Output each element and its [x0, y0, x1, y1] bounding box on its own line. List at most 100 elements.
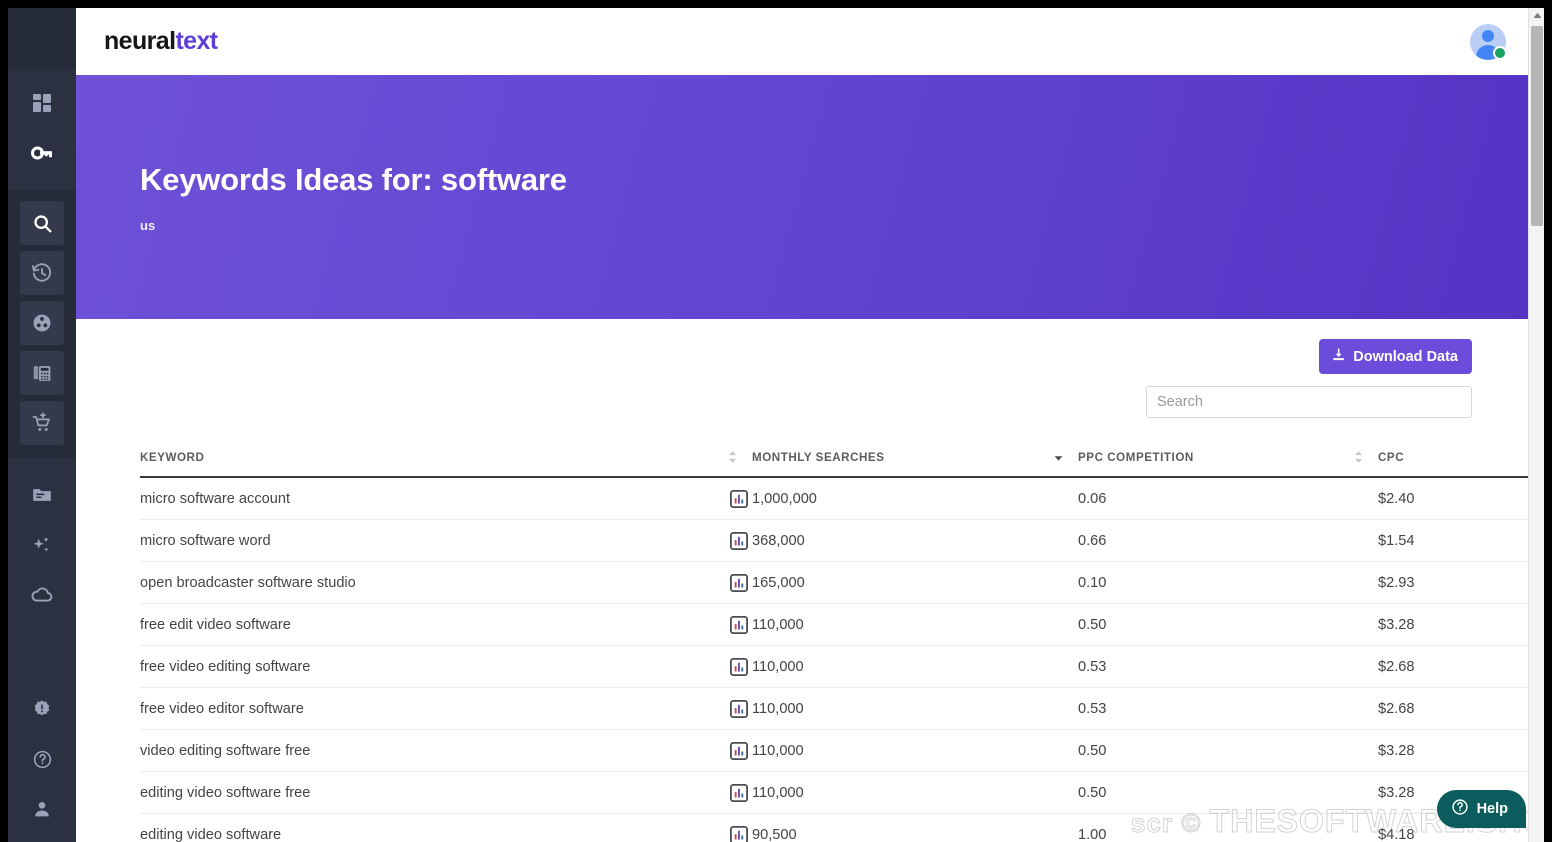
cell-cpc: $3.28	[1378, 603, 1536, 646]
column-label-keyword: KEYWORD	[140, 450, 205, 464]
cell-keyword: free edit video software	[140, 603, 752, 646]
cell-monthly-searches: 1,000,000	[752, 477, 1078, 520]
table-row[interactable]: video editing software free 110,000 0.50 $3…	[140, 729, 1536, 772]
sidebar	[8, 8, 76, 842]
grid-icon	[31, 92, 53, 114]
cell-ppc-competition: 0.66	[1078, 519, 1378, 562]
cell-keyword: editing video software free	[140, 771, 752, 814]
sidebar-item-projects[interactable]	[20, 473, 64, 517]
sparkles-icon	[31, 534, 53, 556]
cell-monthly-searches: 110,000	[752, 729, 1078, 772]
clusters-icon	[31, 312, 53, 334]
column-header-ppc-competition[interactable]: PPC COMPETITION	[1078, 449, 1378, 478]
cell-monthly-searches: 368,000	[752, 519, 1078, 562]
sort-icon-monthly-searches[interactable]	[1053, 449, 1064, 465]
cell-keyword: micro software account	[140, 477, 752, 520]
column-header-monthly-searches[interactable]: MONTHLY SEARCHES	[752, 449, 1078, 478]
cell-keyword: open broadcaster software studio	[140, 561, 752, 604]
page-title: Keywords Ideas for: software	[140, 161, 567, 197]
download-data-button[interactable]: Download Data	[1319, 339, 1472, 374]
cell-keyword: free video editor software	[140, 687, 752, 730]
person-icon	[31, 798, 53, 820]
cell-ppc-competition: 0.53	[1078, 645, 1378, 688]
table-row[interactable]: free video editor software 110,000 0.53 $2.…	[140, 687, 1536, 730]
sidebar-group-bottom	[8, 684, 76, 842]
sort-icon-keyword[interactable]	[727, 449, 738, 465]
cell-monthly-searches: 110,000	[752, 771, 1078, 814]
bar-chart-icon[interactable]	[730, 699, 748, 718]
bar-chart-icon[interactable]	[730, 657, 748, 676]
history-icon	[31, 262, 53, 284]
column-label-monthly-searches: MONTHLY SEARCHES	[752, 450, 885, 464]
cell-ppc-competition: 0.50	[1078, 603, 1378, 646]
table-row[interactable]: editing video software 90,500 1.00 $4.18	[140, 813, 1536, 842]
search-input[interactable]	[1146, 386, 1472, 418]
column-label-cpc: CPC	[1378, 450, 1405, 464]
question-circle-icon	[32, 749, 53, 770]
download-icon	[1331, 347, 1346, 366]
table-row[interactable]: micro software word 368,000 0.66 $1.54	[140, 519, 1536, 562]
main-panel: neuraltext Keywords Ideas for: software …	[76, 8, 1536, 842]
cell-cpc: $2.40	[1378, 477, 1536, 520]
key-icon	[30, 141, 54, 165]
bar-chart-icon[interactable]	[730, 489, 748, 508]
sidebar-item-alerts[interactable]	[20, 687, 64, 731]
table-row[interactable]: free video editing software 110,000 0.53 $2…	[140, 645, 1536, 688]
sort-icon-ppc-competition[interactable]	[1353, 449, 1364, 465]
logo-part-neural: neural	[104, 27, 176, 55]
table-header-row: KEYWORD MONTHLY SEARCHES PPC COMPETITION…	[140, 449, 1536, 478]
scroll-up-arrow[interactable]	[1529, 8, 1545, 22]
toolbar: Download Data	[140, 319, 1472, 374]
cell-cpc: $2.68	[1378, 687, 1536, 730]
sidebar-group-workspace	[8, 458, 76, 624]
app-logo[interactable]: neuraltext	[104, 27, 218, 56]
sidebar-header	[8, 8, 76, 68]
vertical-scrollbar[interactable]	[1528, 8, 1544, 842]
sidebar-item-dashboard[interactable]	[20, 81, 64, 125]
sidebar-item-account[interactable]	[20, 787, 64, 831]
help-widget-button[interactable]: Help	[1436, 790, 1526, 828]
table-row[interactable]: free edit video software 110,000 0.50 $3.28	[140, 603, 1536, 646]
sidebar-item-ecommerce[interactable]	[20, 401, 64, 445]
cell-keyword: micro software word	[140, 519, 752, 562]
sidebar-item-clusters[interactable]	[20, 301, 64, 345]
bar-chart-icon[interactable]	[730, 615, 748, 634]
sidebar-item-keywords[interactable]	[20, 131, 64, 175]
question-circle-icon	[1451, 798, 1469, 820]
bar-chart-icon[interactable]	[730, 783, 748, 802]
content-area: Download Data KEYWORD	[76, 319, 1536, 842]
cloud-icon	[30, 583, 54, 607]
bar-chart-icon[interactable]	[730, 573, 748, 592]
cell-monthly-searches: 165,000	[752, 561, 1078, 604]
cell-monthly-searches: 110,000	[752, 645, 1078, 688]
bar-chart-icon[interactable]	[730, 531, 748, 550]
table-row[interactable]: editing video software free 110,000 0.50 $3…	[140, 771, 1536, 814]
top-bar: neuraltext	[76, 8, 1536, 75]
sidebar-item-cloud[interactable]	[20, 573, 64, 617]
bar-chart-icon[interactable]	[730, 825, 748, 842]
hero-banner: Keywords Ideas for: software us	[76, 75, 1536, 319]
column-header-cpc[interactable]: CPC	[1378, 449, 1536, 478]
cell-keyword: video editing software free	[140, 729, 752, 772]
column-label-ppc-competition: PPC COMPETITION	[1078, 450, 1194, 464]
sidebar-item-serp[interactable]	[20, 351, 64, 395]
bar-chart-icon[interactable]	[730, 741, 748, 760]
sidebar-group-tools	[8, 190, 76, 458]
table-row[interactable]: micro software account 1,000,000 0.06 $2.40	[140, 477, 1536, 520]
cell-ppc-competition: 0.50	[1078, 771, 1378, 814]
sidebar-item-history[interactable]	[20, 251, 64, 295]
cell-monthly-searches: 90,500	[752, 813, 1078, 842]
cell-keyword: editing video software	[140, 813, 752, 842]
column-header-keyword[interactable]: KEYWORD	[140, 449, 752, 478]
scrollbar-thumb[interactable]	[1531, 26, 1543, 226]
cell-ppc-competition: 0.53	[1078, 687, 1378, 730]
help-widget-label: Help	[1476, 801, 1508, 817]
download-data-label: Download Data	[1353, 348, 1458, 365]
avatar-head	[1482, 29, 1494, 42]
sidebar-item-search[interactable]	[20, 201, 64, 245]
table-row[interactable]: open broadcaster software studio 165,000 0…	[140, 561, 1536, 604]
sidebar-item-help[interactable]	[20, 737, 64, 781]
table-head: KEYWORD MONTHLY SEARCHES PPC COMPETITION…	[140, 449, 1536, 478]
avatar[interactable]	[1470, 23, 1507, 60]
sidebar-item-ai-writer[interactable]	[20, 523, 64, 567]
